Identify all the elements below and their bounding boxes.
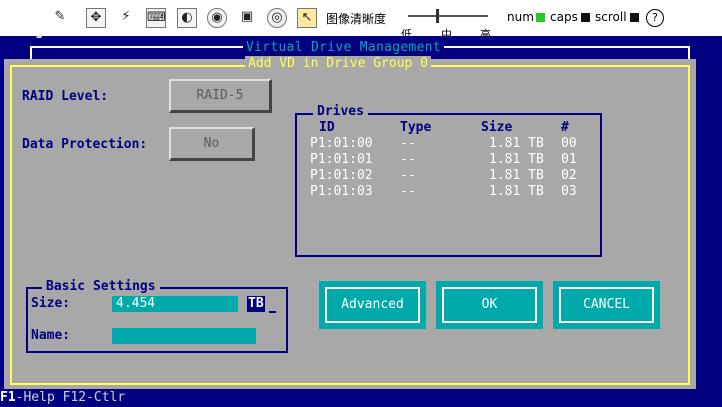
drives-title: Drives: [313, 104, 368, 119]
caps-lock-label: caps: [550, 10, 578, 24]
drive-type: --: [400, 168, 416, 183]
size-unit-selector[interactable]: TB: [247, 296, 265, 312]
drive-id: P1:01:00: [310, 136, 373, 151]
name-label: Name:: [31, 328, 71, 343]
basic-settings-title: Basic Settings: [42, 279, 160, 294]
advanced-button-label: Advanced: [325, 287, 420, 323]
num-lock-label: num: [507, 10, 534, 24]
raid-level-label: RAID Level:: [22, 89, 109, 104]
scroll-lock-label: scroll: [595, 10, 627, 24]
scroll-lock-indicator: [630, 13, 639, 22]
drives-header-num: #: [561, 120, 569, 135]
drive-type: --: [400, 184, 416, 199]
drive-num: 01: [561, 152, 577, 167]
ok-button[interactable]: OK: [436, 281, 543, 329]
disk-icon[interactable]: ◉: [207, 8, 227, 28]
move-icon[interactable]: ✥: [86, 8, 106, 28]
drive-num: 03: [561, 184, 577, 199]
drive-id: P1:01:02: [310, 168, 373, 183]
pin-icon[interactable]: ✎: [50, 8, 70, 28]
image-clarity-label: 图像清晰度: [326, 12, 387, 26]
data-protection-selector[interactable]: No: [169, 127, 255, 161]
add-vd-dialog: Add VD in Drive Group 0 RAID Level: RAID…: [4, 56, 696, 389]
virtual-drive-management-title: Virtual Drive Management: [243, 40, 445, 55]
clarity-slider-track[interactable]: [408, 15, 488, 17]
drive-id: P1:01:03: [310, 184, 373, 199]
drive-size: 1.81 TB: [489, 184, 544, 199]
data-protection-label: Data Protection:: [22, 137, 148, 152]
snapshot-icon[interactable]: ◐: [177, 8, 197, 28]
cursor-icon[interactable]: ↖: [297, 8, 317, 28]
drive-size: 1.81 TB: [489, 152, 544, 167]
drives-header-type: Type: [400, 120, 432, 135]
f1-key[interactable]: F1: [0, 390, 16, 405]
cancel-button[interactable]: CANCEL: [553, 281, 660, 329]
size-label: Size:: [31, 296, 71, 311]
help-bar: F1-Help F12-Ctlr: [0, 389, 722, 407]
vd-mgmt-tab: VD Mgı: [4, 24, 51, 39]
drives-header-size: Size: [481, 120, 513, 135]
name-input[interactable]: [112, 328, 256, 344]
keyboard-icon[interactable]: ⌨: [146, 8, 166, 28]
advanced-button[interactable]: Advanced: [319, 281, 426, 329]
f1-help-text: -Help: [15, 390, 55, 405]
drive-type: --: [400, 152, 416, 167]
cancel-button-label: CANCEL: [559, 287, 654, 323]
drive-type: --: [400, 136, 416, 151]
dialog-title: Add VD in Drive Group 0: [245, 56, 432, 71]
help-icon[interactable]: ?: [646, 9, 664, 27]
drive-id: P1:01:01: [310, 152, 373, 167]
drives-header-id: ID: [319, 120, 335, 135]
cd-icon[interactable]: ◎: [267, 8, 287, 28]
ok-button-label: OK: [442, 287, 537, 323]
clarity-slider-thumb[interactable]: [436, 9, 439, 23]
drive-num: 00: [561, 136, 577, 151]
floppy-icon[interactable]: ▣: [237, 8, 257, 28]
raid-level-selector[interactable]: RAID-5: [169, 79, 272, 113]
size-input[interactable]: 4.454: [112, 296, 238, 312]
num-lock-indicator: [536, 13, 545, 22]
drive-size: 1.81 TB: [489, 136, 544, 151]
f12-ctlr-text[interactable]: F12-Ctlr: [63, 390, 126, 405]
lightning-icon[interactable]: ⚡: [116, 8, 136, 28]
kvm-toolbar: ✎ ✥ ⚡ ⌨ ◐ ◉ ▣ ◎ ↖ 图像清晰度 低 中 高 num caps s…: [0, 0, 722, 41]
drive-num: 02: [561, 168, 577, 183]
drive-size: 1.81 TB: [489, 168, 544, 183]
caps-lock-indicator: [581, 13, 590, 22]
size-unit-cursor: [269, 311, 276, 313]
